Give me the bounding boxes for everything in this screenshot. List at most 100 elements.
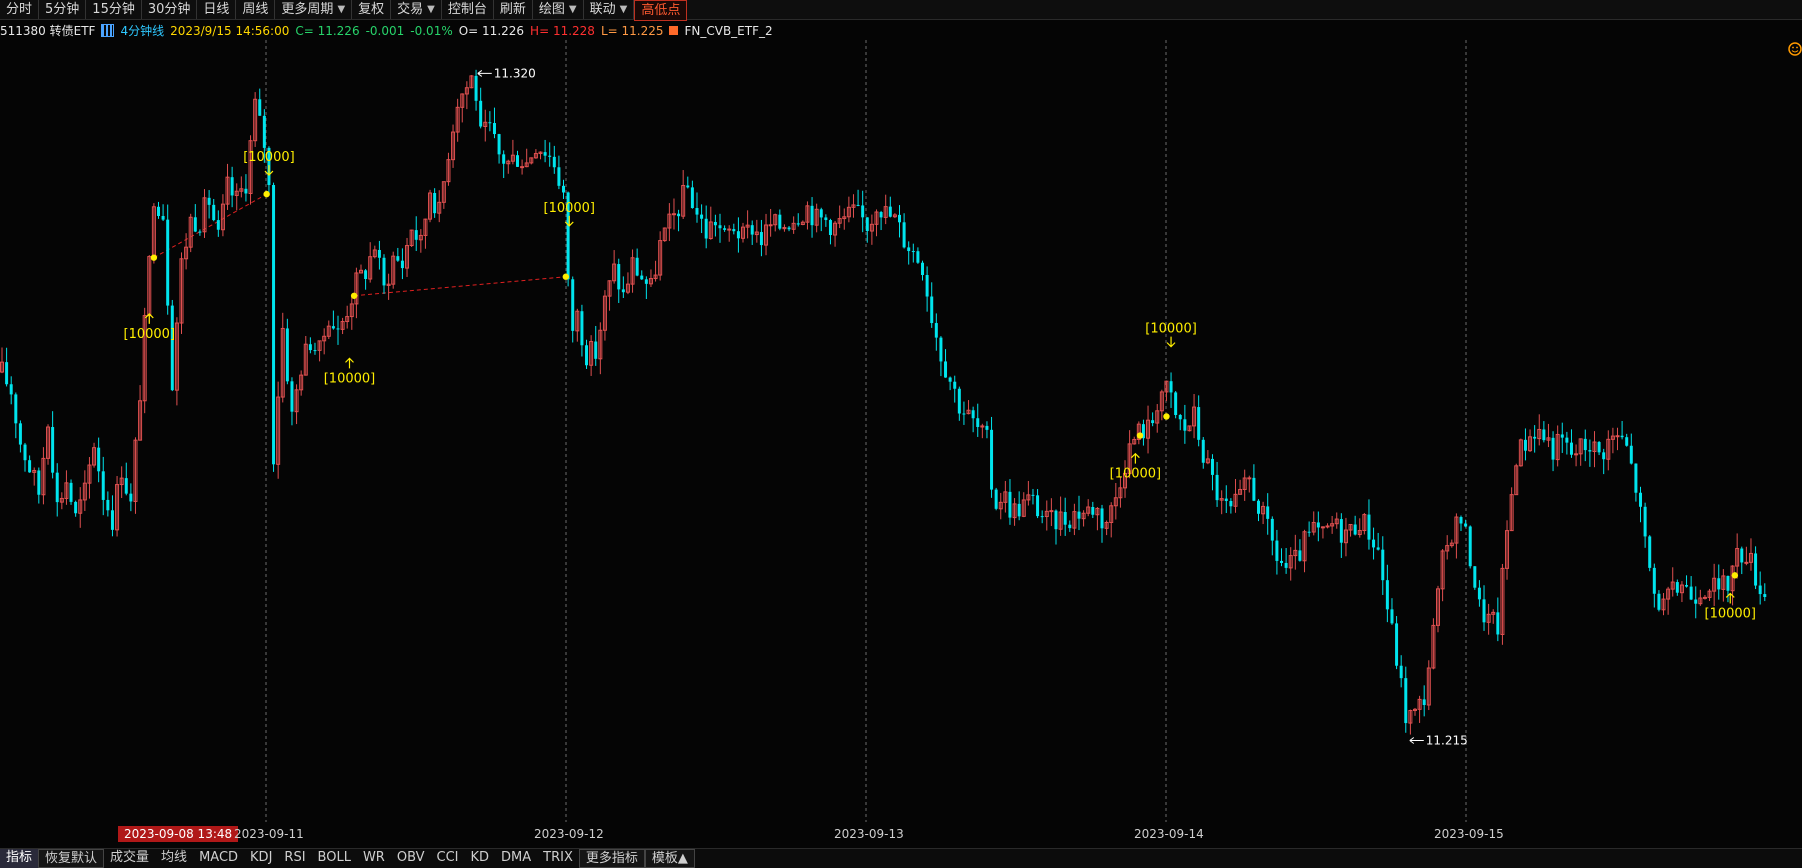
- price-chart[interactable]: [10000] [10000] [10000] [10000] [10000] [1000…: [0, 40, 1802, 822]
- candle: [1008, 479, 1012, 525]
- candle: [1146, 405, 1151, 454]
- candle: [1284, 548, 1288, 574]
- candle: [115, 476, 120, 537]
- candle: [1694, 586, 1698, 619]
- indicator-tab-4[interactable]: MACD: [193, 849, 244, 868]
- time-axis-tick-label: 2023-09-11: [234, 827, 304, 841]
- candle: [990, 416, 994, 498]
- indicator-tab-7[interactable]: BOLL: [312, 849, 357, 868]
- candle: [188, 213, 193, 253]
- toolbar-item-1[interactable]: 5分钟: [39, 0, 87, 19]
- candle: [1712, 563, 1717, 607]
- candle: [911, 243, 915, 263]
- candle: [322, 328, 327, 355]
- candle: [1275, 529, 1279, 575]
- candle: [1141, 419, 1145, 446]
- candle: [1247, 475, 1252, 493]
- indicator-tab-12[interactable]: DMA: [495, 849, 537, 868]
- candle: [750, 220, 754, 245]
- indicator-tab-8[interactable]: WR: [357, 849, 391, 868]
- grid-icon[interactable]: [101, 24, 115, 37]
- candle: [460, 93, 465, 123]
- candle: [1412, 707, 1417, 716]
- candle: [382, 254, 386, 294]
- candle: [677, 209, 681, 232]
- candle: [869, 214, 874, 245]
- candle: [1293, 534, 1298, 570]
- candle: [1298, 539, 1302, 562]
- candle: [612, 250, 617, 284]
- toolbar-item-label: 更多周期: [281, 1, 334, 17]
- toolbar-item-8[interactable]: 交易 ▼: [391, 0, 442, 19]
- candle: [1606, 430, 1611, 471]
- candle: [1242, 469, 1247, 501]
- candle: [1164, 380, 1169, 402]
- candle: [1643, 502, 1647, 548]
- toolbar-item-3[interactable]: 30分钟: [142, 0, 198, 19]
- indicator-tab-15[interactable]: 模板▲: [644, 849, 695, 868]
- toolbar-item-0[interactable]: 分时: [0, 0, 40, 19]
- candle: [69, 479, 73, 505]
- toolbar-item-9[interactable]: 控制台: [442, 0, 494, 19]
- toolbar-item-label: 分时: [6, 1, 33, 17]
- candle: [1330, 515, 1335, 534]
- toolbar-item-13[interactable]: 高低点: [634, 0, 688, 21]
- candle: [1449, 539, 1454, 548]
- indicator-tab-9[interactable]: OBV: [391, 849, 431, 868]
- indicator-tab-5[interactable]: KDJ: [244, 849, 278, 868]
- candle: [129, 483, 133, 512]
- toolbar-item-7[interactable]: 复权: [352, 0, 392, 19]
- candle: [1500, 563, 1505, 645]
- candle: [883, 194, 888, 225]
- toolbar-item-11[interactable]: 绘图 ▼: [533, 0, 584, 19]
- candle: [1583, 429, 1587, 462]
- indicator-tab-0[interactable]: 指标: [0, 849, 39, 868]
- candle: [1610, 427, 1615, 454]
- toolbar-item-12[interactable]: 联动 ▼: [584, 0, 635, 19]
- candle: [1417, 695, 1422, 723]
- indicator-tab-10[interactable]: CCI: [431, 849, 465, 868]
- candle: [92, 442, 97, 468]
- candle: [695, 192, 699, 223]
- candle: [617, 258, 621, 303]
- candle: [1058, 496, 1063, 536]
- indicator-tab-2[interactable]: 成交量: [104, 849, 155, 868]
- indicator-tab-1[interactable]: 恢复默认: [38, 849, 105, 868]
- candle: [888, 196, 892, 218]
- candle: [985, 421, 989, 439]
- candle: [400, 248, 404, 280]
- candle: [37, 467, 41, 504]
- candle: [1726, 575, 1730, 603]
- indicator-tab-6[interactable]: RSI: [278, 849, 311, 868]
- candle: [736, 217, 740, 253]
- candle: [1325, 523, 1330, 529]
- candle: [1026, 480, 1031, 506]
- candle: [18, 420, 22, 453]
- candle: [1266, 493, 1270, 535]
- toolbar-item-2[interactable]: 15分钟: [86, 0, 142, 19]
- candle: [133, 437, 138, 514]
- candle: [1049, 498, 1054, 527]
- candle: [317, 340, 322, 362]
- candle: [1625, 433, 1629, 447]
- candle: [1514, 463, 1519, 496]
- candle: [1555, 425, 1560, 467]
- candle: [1661, 593, 1666, 616]
- indicator-tab-11[interactable]: KD: [465, 849, 496, 868]
- candle: [290, 377, 294, 426]
- indicator-tab-3[interactable]: 均线: [155, 849, 193, 868]
- buy-arrow-icon: [345, 357, 354, 369]
- smiley-icon[interactable]: [1788, 42, 1802, 56]
- candle: [1468, 525, 1472, 569]
- candle: [741, 222, 746, 243]
- toolbar-item-4[interactable]: 日线: [197, 0, 237, 19]
- indicator-tab-13[interactable]: TRIX: [537, 849, 579, 868]
- candle: [1252, 464, 1256, 502]
- toolbar-item-5[interactable]: 周线: [236, 0, 276, 19]
- indicator-tab-14[interactable]: 更多指标: [578, 849, 645, 868]
- candle: [349, 294, 354, 330]
- period-label[interactable]: 4分钟线: [120, 22, 164, 39]
- toolbar-item-10[interactable]: 刷新: [494, 0, 533, 19]
- candle: [464, 81, 469, 110]
- toolbar-item-6[interactable]: 更多周期 ▼: [275, 0, 353, 19]
